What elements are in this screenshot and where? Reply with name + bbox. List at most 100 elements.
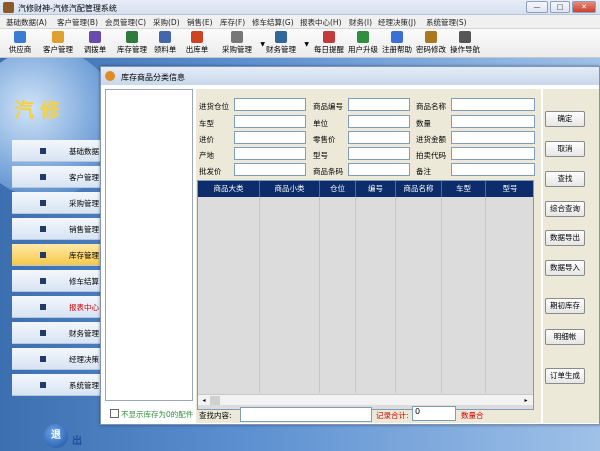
- category-tree[interactable]: [105, 89, 193, 401]
- search-input[interactable]: [240, 407, 372, 422]
- exit-button[interactable]: 退: [44, 424, 68, 448]
- menu-customer[interactable]: 客户管理(B): [57, 17, 98, 28]
- product-name-input[interactable]: [451, 98, 535, 111]
- barcode-input[interactable]: [348, 163, 410, 176]
- menu-basic-data[interactable]: 基础数据(A): [6, 17, 47, 28]
- remarks-input[interactable]: [451, 163, 535, 176]
- record-total-value: 0: [412, 406, 456, 421]
- vehicle-model-input[interactable]: [234, 115, 306, 128]
- upgrade-icon: [357, 31, 369, 43]
- data-import-button[interactable]: 数据导入: [545, 260, 585, 276]
- sidebar-item-purchase[interactable]: 采购管理: [12, 192, 102, 214]
- combined-query-button[interactable]: 综合查询: [545, 201, 585, 217]
- toolbar-transfer-button[interactable]: 调拨单: [80, 31, 110, 57]
- action-buttons: 确定 取消 查找 综合查询 数据导出 数据导入 期初库存 明细帐 订单生成: [543, 89, 599, 423]
- toolbar-finance-button[interactable]: 财务管理 ▼: [262, 31, 309, 57]
- detail-ledger-button[interactable]: 明细帐: [545, 329, 585, 345]
- field-label: 零售价: [313, 135, 336, 144]
- confirm-button[interactable]: 确定: [545, 111, 585, 127]
- menu-member[interactable]: 会员管理(C): [105, 17, 146, 28]
- toolbar-customer-button[interactable]: 客户管理: [38, 31, 78, 57]
- toolbar-inventory-label: 库存管理: [117, 45, 147, 54]
- grid-line: [395, 197, 396, 393]
- stock-location-input[interactable]: [234, 98, 306, 111]
- toolbar-reminder-button[interactable]: 每日提醒: [312, 31, 346, 57]
- transfer-icon: [89, 31, 101, 43]
- toolbar-password-button[interactable]: 密码修改: [414, 31, 448, 57]
- minimize-button[interactable]: —: [526, 1, 548, 13]
- hide-zero-stock-checkbox[interactable]: [110, 409, 119, 418]
- purchase-amount-input[interactable]: [451, 131, 535, 144]
- navigation-icon: [459, 31, 471, 43]
- bullet-icon: [40, 148, 46, 154]
- origin-input[interactable]: [234, 147, 306, 160]
- opening-stock-button[interactable]: 期初库存: [545, 298, 585, 314]
- field-label: 商品条码: [313, 167, 343, 176]
- find-button[interactable]: 查找: [545, 171, 585, 187]
- column-header[interactable]: 型号: [486, 181, 533, 197]
- toolbar-help-button[interactable]: 注册帮助: [380, 31, 414, 57]
- sidebar-item-report-center[interactable]: 报表中心: [12, 296, 102, 318]
- sidebar-item-inventory[interactable]: 库存管理: [12, 244, 102, 266]
- auction-code-input[interactable]: [451, 147, 535, 160]
- horizontal-scrollbar[interactable]: ◂ ▸: [198, 394, 533, 405]
- field-label: 进货仓位: [199, 102, 229, 111]
- toolbar-upgrade-button[interactable]: 用户升级: [346, 31, 380, 57]
- scroll-right-icon[interactable]: ▸: [521, 396, 531, 405]
- wholesale-price-input[interactable]: [234, 163, 306, 176]
- generate-order-button[interactable]: 订单生成: [545, 368, 585, 384]
- sidebar-item-label: 销售管理: [69, 225, 99, 234]
- column-header[interactable]: 商品名称: [396, 181, 442, 197]
- toolbar-outbound-button[interactable]: 出库单: [182, 31, 212, 57]
- menu-purchase[interactable]: 采购(D): [153, 17, 180, 28]
- sidebar-item-label: 经理决策: [69, 355, 99, 364]
- toolbar-purchase-button[interactable]: 采购管理 ▼: [218, 31, 265, 57]
- product-code-input[interactable]: [348, 98, 410, 111]
- window-title: 汽修财神-汽修汽配管理系统: [18, 4, 117, 13]
- part-model-input[interactable]: [348, 147, 410, 160]
- toolbar-navigation-button[interactable]: 操作导航: [448, 31, 482, 57]
- quantity-input[interactable]: [451, 115, 535, 128]
- toolbar-requisition-button[interactable]: 领料单: [150, 31, 180, 57]
- sidebar-item-customer[interactable]: 客户管理: [12, 166, 102, 188]
- menu-system[interactable]: 系统管理(S): [426, 17, 467, 28]
- menu-sales[interactable]: 销售(E): [187, 17, 213, 28]
- column-header[interactable]: 仓位: [320, 181, 356, 197]
- column-header[interactable]: 编号: [356, 181, 396, 197]
- menu-report-center[interactable]: 报表中心(H): [300, 17, 342, 28]
- sidebar-item-manager-decision[interactable]: 经理决策: [12, 348, 102, 370]
- dropdown-arrow-icon[interactable]: ▼: [304, 41, 309, 48]
- menu-repair-settlement[interactable]: 修车结算(G): [252, 17, 294, 28]
- grid-line: [355, 197, 356, 393]
- close-button[interactable]: ✕: [572, 1, 596, 13]
- menu-inventory[interactable]: 库存(F): [220, 17, 245, 28]
- data-export-button[interactable]: 数据导出: [545, 230, 585, 246]
- toolbar-supplier-button[interactable]: 供应商: [4, 31, 36, 57]
- customer-icon: [52, 31, 64, 43]
- menu-manager-decision[interactable]: 经理决策(J): [378, 17, 416, 28]
- requisition-icon: [159, 31, 171, 43]
- sidebar-item-basic-data[interactable]: 基础数据: [12, 140, 102, 162]
- toolbar-password-label: 密码修改: [416, 45, 446, 54]
- purchase-price-input[interactable]: [234, 131, 306, 144]
- cancel-button[interactable]: 取消: [545, 141, 585, 157]
- maximize-button[interactable]: □: [550, 1, 570, 13]
- toolbar-inventory-button[interactable]: 库存管理: [112, 31, 152, 57]
- sidebar-item-sales[interactable]: 销售管理: [12, 218, 102, 240]
- scroll-thumb[interactable]: [210, 396, 220, 405]
- sidebar-item-finance[interactable]: 财务管理: [12, 322, 102, 344]
- field-label: 拍卖代码: [416, 151, 446, 160]
- sidebar-item-repair-settlement[interactable]: 修车结算: [12, 270, 102, 292]
- column-header[interactable]: 商品小类: [260, 181, 320, 197]
- retail-price-input[interactable]: [348, 131, 410, 144]
- menu-finance[interactable]: 财务(I): [349, 17, 372, 28]
- dialog-title-bar[interactable]: 库存商品分类信息: [101, 67, 599, 85]
- field-label: 车型: [199, 119, 214, 128]
- column-header[interactable]: 商品大类: [198, 181, 260, 197]
- sidebar-item-label: 修车结算: [69, 277, 99, 286]
- column-header[interactable]: 车型: [442, 181, 486, 197]
- unit-input[interactable]: [348, 115, 410, 128]
- scroll-left-icon[interactable]: ◂: [199, 396, 209, 405]
- product-grid[interactable]: 商品大类 商品小类 仓位 编号 商品名称 车型 型号 ◂ ▸: [197, 180, 534, 410]
- sidebar-item-system[interactable]: 系统管理: [12, 374, 102, 396]
